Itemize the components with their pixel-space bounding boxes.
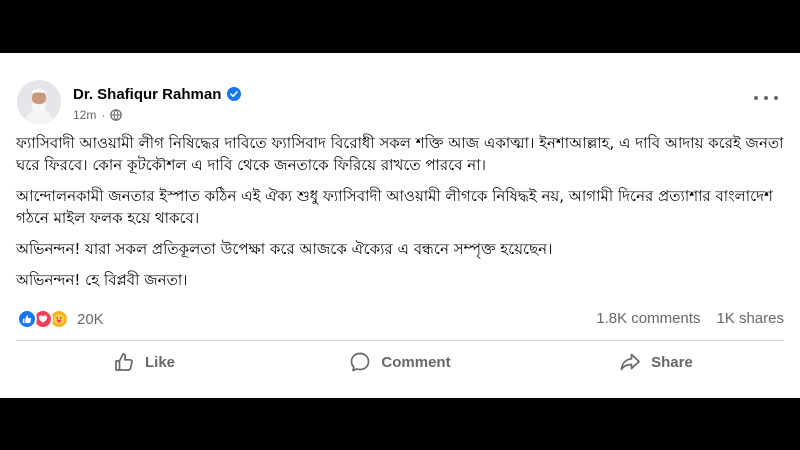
- more-options-icon[interactable]: [754, 91, 778, 105]
- verified-badge-icon: [227, 87, 242, 101]
- post-paragraph: অভিনন্দন! যারা সকল প্রতিকূলতা উপেক্ষা কর…: [16, 240, 553, 258]
- post-author-row: Dr. Shafiqur Rahman: [73, 83, 242, 105]
- thumbs-up-icon: [115, 353, 133, 371]
- comment-button[interactable]: Comment: [272, 344, 528, 380]
- like-button-label: Like: [144, 353, 175, 371]
- post-paragraph: আন্দোলনকামী জনতার ইস্পাত কঠিন এই ঐক্য শু…: [16, 187, 773, 227]
- avatar[interactable]: [17, 80, 61, 124]
- shares-count[interactable]: 1K shares: [716, 310, 784, 330]
- actions-divider: [16, 340, 784, 341]
- post-timestamp[interactable]: 12m: [73, 108, 96, 122]
- like-reaction-icon: [17, 309, 37, 329]
- more-dot: [764, 96, 768, 100]
- share-button-label: Share: [651, 353, 693, 371]
- more-dot: [754, 96, 758, 100]
- like-button[interactable]: Like: [16, 344, 272, 380]
- share-button[interactable]: Share: [528, 344, 784, 380]
- post-meta: 12m ·: [73, 107, 123, 123]
- comment-bubble-icon: [351, 352, 370, 372]
- post-body: ফ্যাসিবাদী আওয়ামী লীগ নিষিদ্ধের দাবিতে …: [16, 132, 786, 300]
- post-paragraph: ফ্যাসিবাদী আওয়ামী লীগ নিষিদ্ধের দাবিতে …: [16, 134, 784, 174]
- comment-button-label: Comment: [381, 353, 451, 371]
- meta-separator: ·: [101, 108, 106, 122]
- share-arrow-icon: [620, 353, 640, 371]
- reactions-summary[interactable]: 20K: [17, 308, 104, 330]
- post-actions: Like Comment Share: [16, 344, 784, 380]
- post-card: Dr. Shafiqur Rahman 12m · ফ্যাসিবাদী আওয…: [0, 53, 800, 398]
- avatar-portrait: [17, 80, 61, 124]
- globe-icon[interactable]: [110, 109, 123, 121]
- reaction-count[interactable]: 20K: [77, 311, 104, 328]
- post-paragraph: অভিনন্দন! হে বিপ্লবী জনতা।: [16, 271, 188, 289]
- engagement-stats: 1.8K comments 1K shares: [596, 310, 784, 330]
- more-dot: [774, 96, 778, 100]
- comments-count[interactable]: 1.8K comments: [596, 310, 700, 330]
- author-name[interactable]: Dr. Shafiqur Rahman: [73, 86, 221, 103]
